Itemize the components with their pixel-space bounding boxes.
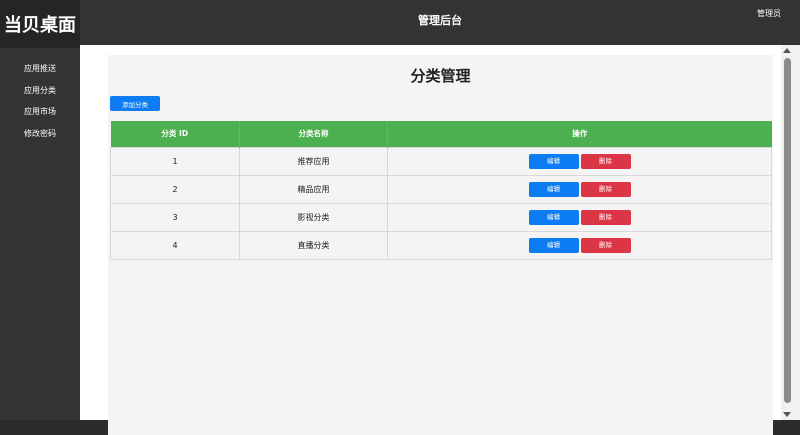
delete-button[interactable]: 删除: [580, 181, 631, 197]
sidebar-item-change-password[interactable]: 修改密码: [0, 123, 80, 145]
cell-actions: 编辑 删除: [387, 202, 772, 232]
cell-id: 2: [110, 174, 240, 204]
cell-actions: 编辑 删除: [387, 174, 772, 204]
sidebar-nav: 应用推送 应用分类 应用市场 修改密码: [0, 48, 80, 144]
cell-actions: 编辑 删除: [387, 146, 772, 176]
scroll-up-arrow-icon[interactable]: [783, 48, 791, 53]
table-header-row: 分类 ID 分类名称 操作: [110, 121, 772, 147]
delete-button[interactable]: 删除: [580, 209, 631, 225]
table-row: 3 影视分类 编辑 删除: [110, 202, 772, 232]
add-category-button[interactable]: 添加分类: [110, 96, 160, 111]
cell-name: 直播分类: [239, 230, 388, 260]
column-header-actions: 操作: [387, 121, 772, 147]
cell-name: 推荐应用: [239, 146, 388, 176]
table-row: 1 推荐应用 编辑 删除: [110, 146, 772, 176]
cell-name: 精品应用: [239, 174, 388, 204]
column-header-name: 分类名称: [239, 121, 388, 147]
cell-id: 4: [110, 230, 240, 260]
vertical-scrollbar[interactable]: [781, 45, 800, 420]
header-title: 管理后台: [418, 14, 462, 27]
edit-button[interactable]: 编辑: [528, 181, 579, 197]
table-row: 4 直播分类 编辑 删除: [110, 230, 772, 260]
cell-actions: 编辑 删除: [387, 230, 772, 260]
scroll-thumb[interactable]: [784, 58, 791, 403]
sidebar: 当贝桌面 应用推送 应用分类 应用市场 修改密码: [0, 0, 80, 420]
sidebar-item-app-category[interactable]: 应用分类: [0, 80, 80, 102]
table-row: 2 精品应用 编辑 删除: [110, 174, 772, 204]
edit-button[interactable]: 编辑: [528, 153, 579, 169]
category-table: 分类 ID 分类名称 操作 1 推荐应用 编辑 删除 2 精品应用 编辑 删除 …: [110, 121, 772, 260]
sidebar-item-app-push[interactable]: 应用推送: [0, 58, 80, 80]
cell-name: 影视分类: [239, 202, 388, 232]
content-panel: 分类管理 添加分类 分类 ID 分类名称 操作 1 推荐应用 编辑 删除 2 精…: [108, 55, 773, 435]
brand-logo: 当贝桌面: [0, 0, 80, 48]
edit-button[interactable]: 编辑: [528, 209, 579, 225]
scroll-down-arrow-icon[interactable]: [783, 412, 791, 417]
edit-button[interactable]: 编辑: [528, 237, 579, 253]
delete-button[interactable]: 删除: [580, 237, 631, 253]
user-menu[interactable]: 管理员: [757, 8, 781, 19]
cell-id: 1: [110, 146, 240, 176]
cell-id: 3: [110, 202, 240, 232]
main-area: 分类管理 添加分类 分类 ID 分类名称 操作 1 推荐应用 编辑 删除 2 精…: [80, 45, 781, 435]
sidebar-item-app-market[interactable]: 应用市场: [0, 101, 80, 123]
page-title: 分类管理: [410, 67, 471, 85]
delete-button[interactable]: 删除: [580, 153, 631, 169]
column-header-id: 分类 ID: [110, 121, 240, 147]
top-header: 管理后台 管理员: [80, 0, 800, 45]
